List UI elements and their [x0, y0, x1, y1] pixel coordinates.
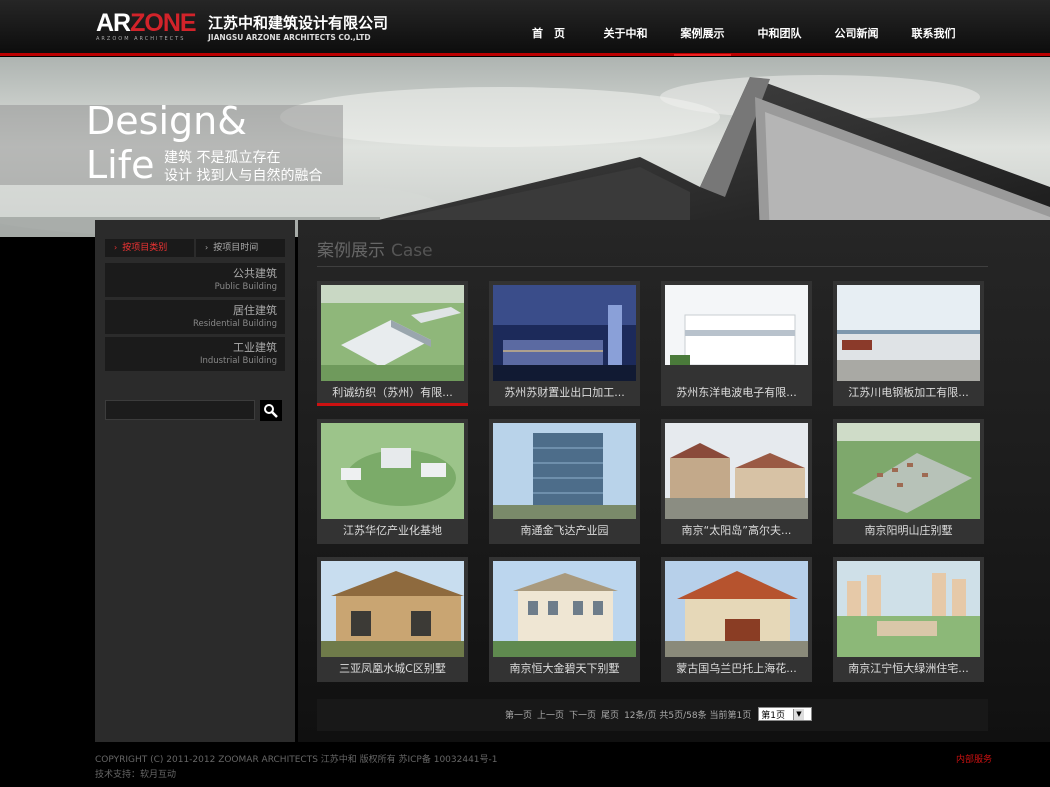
case-card[interactable]: 蒙古国乌兰巴托上海花...: [661, 557, 812, 682]
slogan-design: Design&: [86, 99, 247, 143]
case-card[interactable]: 南京阳明山庄别墅: [833, 419, 984, 544]
logo-subtitle: ARZOOM ARCHITECTS: [96, 36, 186, 42]
category-public[interactable]: 公共建筑 Public Building: [105, 263, 285, 297]
case-card[interactable]: 南京江宁恒大绿洲住宅...: [833, 557, 984, 682]
case-caption: 南京恒大金碧天下别墅: [509, 662, 620, 675]
pager-first[interactable]: 第一页: [505, 708, 532, 721]
tab-by-time[interactable]: › 按项目时间: [196, 239, 285, 257]
page-title: 案例展示 Case: [317, 236, 433, 261]
category-label-cn: 居住建筑: [233, 304, 277, 317]
case-caption: 南通金飞达产业园: [520, 524, 609, 537]
case-card[interactable]: 南京恒大金碧天下别墅: [489, 557, 640, 682]
slogan-line1: 建筑 不是孤立存在: [164, 150, 281, 166]
chevron-right-icon: ›: [205, 243, 209, 252]
nav-contact[interactable]: 联系我们: [895, 0, 972, 56]
active-underline: [317, 403, 468, 406]
case-thumbnail: [321, 561, 464, 657]
case-thumbnail: [321, 285, 464, 381]
page-title-en: Case: [391, 241, 433, 261]
case-card[interactable]: 三亚凤凰水城C区别墅: [317, 557, 468, 682]
category-label-cn: 公共建筑: [233, 267, 277, 280]
pager-next[interactable]: 下一页: [569, 708, 596, 721]
case-card[interactable]: 南京“太阳岛”高尔夫...: [661, 419, 812, 544]
category-industrial[interactable]: 工业建筑 Industrial Building: [105, 337, 285, 371]
case-thumbnail: [321, 423, 464, 519]
footer-copyright: COPYRIGHT (C) 2011-2012 ZOOMAR ARCHITECT…: [95, 755, 498, 765]
case-caption: 苏州苏财置业出口加工...: [504, 386, 625, 399]
case-card[interactable]: 江苏川电钢板加工有限...: [833, 281, 984, 406]
category-label-cn: 工业建筑: [233, 341, 277, 354]
logo-mark: ARZONE: [96, 9, 197, 37]
divider: [317, 266, 988, 267]
pager-prev[interactable]: 上一页: [537, 708, 564, 721]
internal-service-link[interactable]: 内部服务: [956, 752, 992, 765]
case-caption: 蒙古国乌兰巴托上海花...: [676, 662, 797, 675]
chevron-right-icon: ›: [114, 243, 118, 252]
footer-support: 技术支持：软月互动: [95, 770, 177, 780]
logo-ar: AR: [96, 9, 131, 37]
slogan-line2: 设计 找到人与自然的融合: [164, 168, 323, 184]
main-nav: 首 页 关于中和 案例展示 中和团队 公司新闻 联系我们: [510, 0, 972, 56]
pagination-row: 第一页 上一页 下一页 尾页 12条/页 共5页/58条 当前第1页 第1页 ▼: [505, 707, 812, 721]
search-input[interactable]: [105, 400, 255, 420]
case-caption: 利诚纺织（苏州）有限...: [332, 386, 453, 399]
nav-news[interactable]: 公司新闻: [818, 0, 895, 56]
pager-info: 12条/页 共5页/58条 当前第1页: [624, 710, 752, 721]
search-button[interactable]: [260, 400, 282, 421]
case-thumbnail: [493, 561, 636, 657]
nav-about[interactable]: 关于中和: [587, 0, 664, 56]
category-label-en: Public Building: [214, 282, 277, 292]
case-thumbnail: [665, 285, 808, 381]
case-thumbnail: [837, 561, 980, 657]
case-thumbnail: [665, 561, 808, 657]
chevron-down-icon: ▼: [792, 708, 804, 720]
case-thumbnail: [837, 285, 980, 381]
tab-by-time-label: 按项目时间: [213, 243, 259, 253]
case-thumbnail: [493, 423, 636, 519]
nav-home[interactable]: 首 页: [510, 0, 587, 56]
nav-cases[interactable]: 案例展示: [664, 0, 741, 56]
case-caption: 南京阳明山庄别墅: [864, 524, 953, 537]
tab-by-category-label: 按项目类别: [122, 243, 168, 253]
case-thumbnail: [665, 423, 808, 519]
sidebar: › 按项目类别 › 按项目时间 公共建筑 Public Building 居住建筑 …: [95, 220, 295, 742]
page-select[interactable]: 第1页 ▼: [758, 707, 812, 721]
company-name-en: JIANGSU ARZONE ARCHITECTS CO.,LTD: [208, 33, 371, 42]
case-thumbnail: [493, 285, 636, 381]
case-caption: 苏州东洋电波电子有限...: [676, 386, 797, 399]
case-caption: 江苏华亿产业化基地: [343, 524, 442, 537]
slogan-life: Life: [86, 143, 155, 187]
search-icon: [264, 403, 278, 418]
pagination: 第一页 上一页 下一页 尾页 12条/页 共5页/58条 当前第1页 第1页 ▼: [317, 699, 988, 731]
category-label-en: Industrial Building: [199, 356, 277, 366]
page-select-value: 第1页: [761, 710, 785, 721]
case-caption: 南京“太阳岛”高尔夫...: [681, 524, 792, 537]
case-caption: 三亚凤凰水城C区别墅: [339, 662, 446, 675]
sidebar-tabs: › 按项目类别 › 按项目时间: [105, 239, 285, 257]
header: ARZONE ARZOOM ARCHITECTS 江苏中和建筑设计有限公司 JI…: [0, 0, 1050, 56]
logo[interactable]: ARZONE ARZOOM ARCHITECTS 江苏中和建筑设计有限公司 JI…: [96, 10, 396, 46]
page-title-cn: 案例展示: [317, 241, 385, 261]
category-list: 公共建筑 Public Building 居住建筑 Residential Bu…: [105, 263, 285, 374]
hero-banner: Design& Life 建筑 不是孤立存在 设计 找到人与自然的融合: [0, 57, 1050, 237]
case-thumbnail: [837, 423, 980, 519]
pager-last[interactable]: 尾页: [601, 708, 619, 721]
case-caption: 江苏川电钢板加工有限...: [848, 386, 969, 399]
case-card[interactable]: 利诚纺织（苏州）有限...: [317, 281, 468, 406]
main-content: 案例展示 Case 利诚纺织（苏州）有限... 苏州苏财置业出口加工... 苏州东…: [298, 220, 1050, 742]
logo-zone: ZONE: [130, 9, 196, 37]
case-card[interactable]: 南通金飞达产业园: [489, 419, 640, 544]
case-card[interactable]: 苏州东洋电波电子有限...: [661, 281, 812, 406]
case-caption: 南京江宁恒大绿洲住宅...: [848, 662, 969, 675]
case-card[interactable]: 苏州苏财置业出口加工...: [489, 281, 640, 406]
case-card[interactable]: 江苏华亿产业化基地: [317, 419, 468, 544]
category-label-en: Residential Building: [192, 319, 277, 329]
company-name-cn: 江苏中和建筑设计有限公司: [208, 14, 389, 32]
tab-by-category[interactable]: › 按项目类别: [105, 239, 194, 257]
nav-team[interactable]: 中和团队: [741, 0, 818, 56]
category-residential[interactable]: 居住建筑 Residential Building: [105, 300, 285, 334]
